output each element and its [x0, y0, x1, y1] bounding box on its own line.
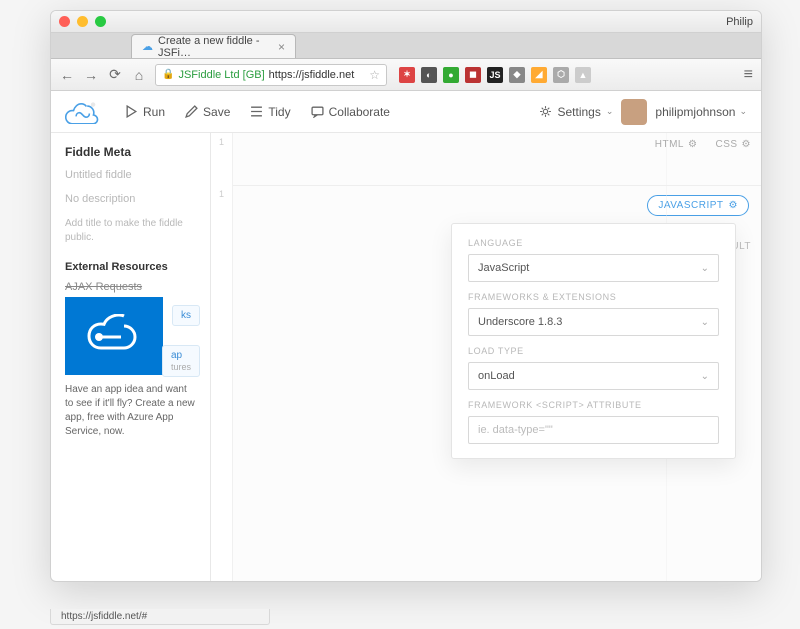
ks-badge[interactable]: ks: [172, 305, 200, 326]
chevron-down-icon: ⌄: [606, 106, 614, 117]
status-bar: https://jsfiddle.net/#: [50, 609, 270, 625]
public-hint: Add title to make the fiddle public.: [65, 217, 196, 245]
framework-select[interactable]: Underscore 1.8.3 ⌄: [468, 308, 719, 336]
lock-icon: 🔒: [162, 69, 174, 80]
url-text: https://jsfiddle.net: [269, 69, 355, 81]
menu-button[interactable]: ≡: [744, 66, 753, 84]
extension-icon[interactable]: ◢: [531, 67, 547, 83]
reload-button[interactable]: ⟳: [107, 67, 123, 83]
gear-icon: ⚙: [729, 200, 738, 211]
jsfiddle-logo[interactable]: [65, 100, 99, 124]
extension-icon[interactable]: ◆: [509, 67, 525, 83]
fiddle-meta-heading: Fiddle Meta: [65, 145, 196, 159]
list-icon: [250, 105, 263, 118]
username-menu[interactable]: philipmjohnson ⌄: [655, 105, 747, 119]
chevron-down-icon: ⌄: [701, 317, 709, 328]
macos-titlebar: Philip: [51, 11, 761, 33]
close-window-button[interactable]: [59, 16, 70, 27]
tab-strip: ☁ Create a new fiddle - JSFi… ×: [51, 33, 761, 59]
gear-icon[interactable]: ⚙: [742, 139, 751, 150]
extension-icons: ✶ ◐ ● ◼ JS ◆ ◢ ⬡ ▲: [399, 67, 591, 83]
tidy-button[interactable]: Tidy: [242, 101, 298, 123]
minimize-window-button[interactable]: [77, 16, 88, 27]
language-select[interactable]: JavaScript ⌄: [468, 254, 719, 282]
forward-button[interactable]: →: [83, 67, 99, 83]
chevron-down-icon: ⌄: [739, 106, 747, 117]
external-resources-heading[interactable]: External Resources: [65, 261, 196, 273]
language-label: LANGUAGE: [468, 238, 719, 248]
extension-icon[interactable]: ✶: [399, 67, 415, 83]
gear-icon: [539, 105, 552, 118]
app-header: Run Save Tidy Collaborate Settings ⌄: [51, 91, 761, 133]
extension-icon[interactable]: ◐: [421, 67, 437, 83]
ajax-requests-link[interactable]: AJAX Requests: [65, 281, 196, 293]
html-pane-label[interactable]: HTML⚙: [655, 139, 698, 150]
zoom-window-button[interactable]: [95, 16, 106, 27]
pencil-icon: [185, 105, 198, 118]
avatar[interactable]: [621, 99, 647, 125]
sidebar: Fiddle Meta Untitled fiddle No descripti…: [51, 133, 211, 581]
collaborate-button[interactable]: Collaborate: [303, 101, 398, 123]
js-settings-popup: LANGUAGE JavaScript ⌄ FRAMEWORKS & EXTEN…: [451, 223, 736, 459]
chat-icon: [311, 105, 324, 118]
script-attr-input[interactable]: ie. data-type="": [468, 416, 719, 444]
horizontal-divider[interactable]: [211, 185, 761, 186]
toolbar: ← → ⟳ ⌂ 🔒 JSFiddle Ltd [GB] https://jsfi…: [51, 59, 761, 91]
chevron-down-icon: ⌄: [701, 371, 709, 382]
back-button[interactable]: ←: [59, 67, 75, 83]
extension-icon[interactable]: ●: [443, 67, 459, 83]
gutter-js: 1: [211, 185, 233, 581]
close-tab-icon[interactable]: ×: [278, 40, 285, 54]
chevron-down-icon: ⌄: [701, 263, 709, 274]
extension-icon[interactable]: ⬡: [553, 67, 569, 83]
address-bar[interactable]: 🔒 JSFiddle Ltd [GB] https://jsfiddle.net…: [155, 64, 387, 86]
jsfiddle-app: Run Save Tidy Collaborate Settings ⌄: [51, 91, 761, 581]
description-field[interactable]: No description: [65, 193, 196, 205]
favicon-icon: ☁: [142, 40, 153, 53]
title-field[interactable]: Untitled fiddle: [65, 169, 196, 181]
browser-tab[interactable]: ☁ Create a new fiddle - JSFi… ×: [131, 34, 296, 58]
bookmark-star-icon[interactable]: ☆: [369, 68, 380, 82]
app-body: Fiddle Meta Untitled fiddle No descripti…: [51, 133, 761, 581]
editor-area: 1 HTML⚙ CSS⚙ 1 JAVASCRIPT ⚙ RESULT LANGU…: [211, 133, 761, 581]
azure-logo-icon: [65, 297, 163, 375]
home-button[interactable]: ⌂: [131, 67, 147, 83]
ap-badge[interactable]: ap tures: [162, 345, 200, 377]
javascript-settings-chip[interactable]: JAVASCRIPT ⚙: [647, 195, 749, 216]
traffic-lights: [59, 16, 106, 27]
extension-icon[interactable]: ◼: [465, 67, 481, 83]
loadtype-label: LOAD TYPE: [468, 346, 719, 356]
settings-button[interactable]: Settings ⌄: [539, 105, 613, 119]
extension-icon[interactable]: JS: [487, 67, 503, 83]
play-icon: [125, 105, 138, 118]
loadtype-select[interactable]: onLoad ⌄: [468, 362, 719, 390]
azure-ad[interactable]: ks ap tures Have an app idea and want to…: [65, 297, 196, 439]
browser-window: Philip ☁ Create a new fiddle - JSFi… × ←…: [50, 10, 762, 582]
frameworks-label: FRAMEWORKS & EXTENSIONS: [468, 292, 719, 302]
extension-icon[interactable]: ▲: [575, 67, 591, 83]
tab-title: Create a new fiddle - JSFi…: [158, 35, 267, 59]
css-pane-label[interactable]: CSS⚙: [715, 139, 751, 150]
ssl-org: JSFiddle Ltd [GB]: [178, 69, 264, 81]
script-attr-label: FRAMEWORK <SCRIPT> ATTRIBUTE: [468, 400, 719, 410]
os-user-label: Philip: [726, 16, 753, 28]
azure-ad-text: Have an app idea and want to see if it'l…: [65, 383, 196, 439]
gear-icon[interactable]: ⚙: [688, 139, 697, 150]
save-button[interactable]: Save: [177, 101, 238, 123]
run-button[interactable]: Run: [117, 101, 173, 123]
